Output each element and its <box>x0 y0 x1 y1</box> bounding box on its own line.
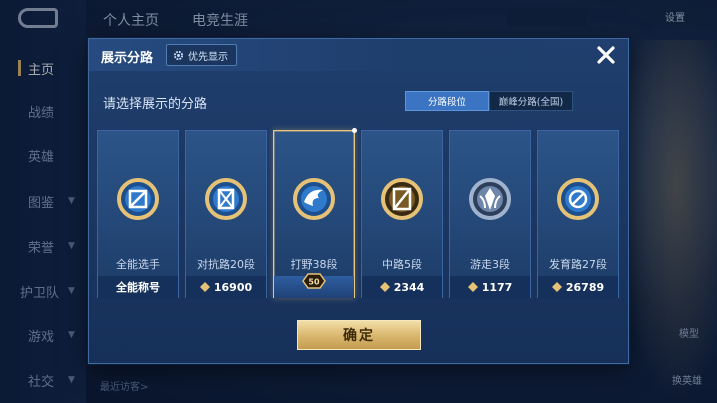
lane-card-score-value: 2344 <box>393 280 425 294</box>
lane-card-name: 中路5段 <box>382 258 422 271</box>
points-icon <box>467 282 478 292</box>
lane-card-score-value: 16900 <box>213 280 253 294</box>
lane-card-clash[interactable]: 对抗路20段 16900 <box>185 130 267 298</box>
all-round-emblem-icon <box>117 178 159 220</box>
gear-icon <box>173 50 184 60</box>
farm-lane-emblem-icon <box>557 178 599 220</box>
lane-card-name: 对抗路20段 <box>197 258 255 271</box>
close-icon <box>597 46 615 64</box>
dialog-subtitle: 请选择展示的分路 <box>103 97 208 112</box>
close-button[interactable] <box>594 43 618 67</box>
points-icon <box>551 282 562 292</box>
lane-card-score: 16900 <box>186 276 266 298</box>
lane-card-score: 2344 <box>362 276 442 298</box>
lane-card-roam[interactable]: 游走3段 1177 <box>449 130 531 298</box>
selection-indicator <box>352 128 357 133</box>
lane-card-name: 全能选手 <box>116 258 160 271</box>
lane-card-score-value: 1177 <box>481 280 513 294</box>
points-icon <box>379 282 390 292</box>
dialog-title: 展示分路 <box>101 51 154 66</box>
lane-card-name: 游走3段 <box>470 258 510 271</box>
lane-card-score: 全能称号 <box>98 276 178 298</box>
lane-display-dialog: 展示分路 优先显示 请选择展示的分路 分路段位 巅峰分路(全国) 全能选手 全能… <box>88 38 629 364</box>
lane-card-score: 1177 <box>450 276 530 298</box>
rank-level-text: 50 <box>308 278 320 287</box>
priority-display-label: 优先显示 <box>188 51 228 63</box>
lane-card-jungle[interactable]: 打野38段 50 <box>273 128 357 298</box>
lane-card-score-value: 26789 <box>565 280 605 294</box>
mid-lane-emblem-icon <box>381 178 423 220</box>
lane-card-all-round[interactable]: 全能选手 全能称号 <box>97 130 179 298</box>
clash-lane-emblem-icon <box>205 178 247 220</box>
points-icon <box>199 282 210 292</box>
lane-card-farm[interactable]: 发育路27段 26789 <box>537 130 619 298</box>
lane-card-score-value: 全能称号 <box>116 281 160 294</box>
lane-card-name: 发育路27段 <box>549 258 607 271</box>
lane-card-name: 打野38段 <box>290 258 338 271</box>
priority-display-button[interactable]: 优先显示 <box>166 44 237 66</box>
tab-peak-lane[interactable]: 巅峰分路(全国) <box>489 91 573 111</box>
tab-lane-rank[interactable]: 分路段位 <box>405 91 489 111</box>
rank-level-badge: 50 <box>302 273 326 289</box>
lane-card-mid[interactable]: 中路5段 2344 <box>361 130 443 298</box>
confirm-button[interactable]: 确定 <box>297 320 421 350</box>
dialog-header: 展示分路 优先显示 <box>89 39 628 71</box>
jungle-emblem-icon <box>293 178 335 220</box>
lane-card-score: 26789 <box>538 276 618 298</box>
roam-emblem-icon <box>469 178 511 220</box>
